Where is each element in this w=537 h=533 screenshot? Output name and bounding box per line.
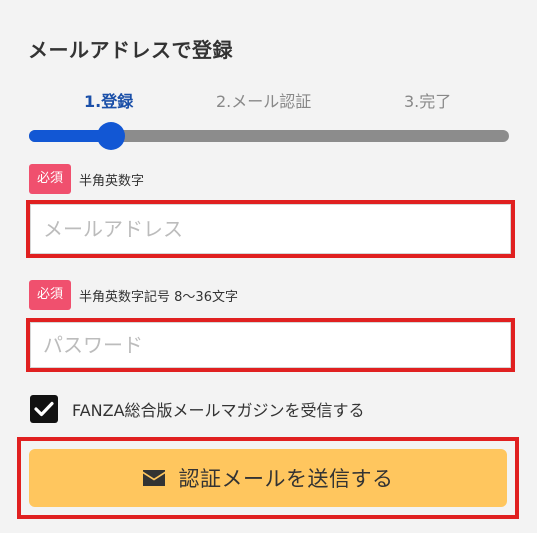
progress-bar	[29, 122, 509, 150]
step-email-verification: 2.メール認証	[216, 92, 312, 111]
page-title: メールアドレスで登録	[28, 38, 233, 62]
password-hint: 半角英数字記号 8～36文字	[79, 289, 238, 305]
password-input[interactable]	[41, 332, 510, 358]
send-verification-email-button[interactable]: 認証メールを送信する	[29, 449, 507, 507]
required-badge: 必須	[29, 280, 72, 310]
step-complete: 3.完了	[404, 92, 452, 111]
email-hint: 半角英数字	[79, 173, 145, 189]
email-label-row: 必須 半角英数字	[29, 164, 144, 194]
password-label-row: 必須 半角英数字記号 8～36文字	[29, 280, 238, 310]
checkmark-icon	[34, 401, 54, 417]
newsletter-label: FANZA総合版メールマガジンを受信する	[72, 401, 365, 420]
newsletter-option[interactable]: FANZA総合版メールマガジンを受信する	[30, 394, 365, 424]
step-indicator: 1.登録 2.メール認証 3.完了	[0, 88, 537, 112]
password-field[interactable]	[30, 322, 511, 368]
email-input[interactable]	[41, 216, 510, 242]
envelope-icon	[142, 470, 165, 486]
send-verification-email-label: 認証メールを送信する	[178, 468, 394, 491]
progress-knob	[96, 122, 125, 150]
submit-area: 認証メールを送信する	[17, 437, 519, 519]
email-field[interactable]	[30, 204, 511, 254]
newsletter-checkbox[interactable]	[30, 395, 58, 423]
required-badge: 必須	[29, 164, 72, 194]
step-register: 1.登録	[84, 92, 134, 111]
